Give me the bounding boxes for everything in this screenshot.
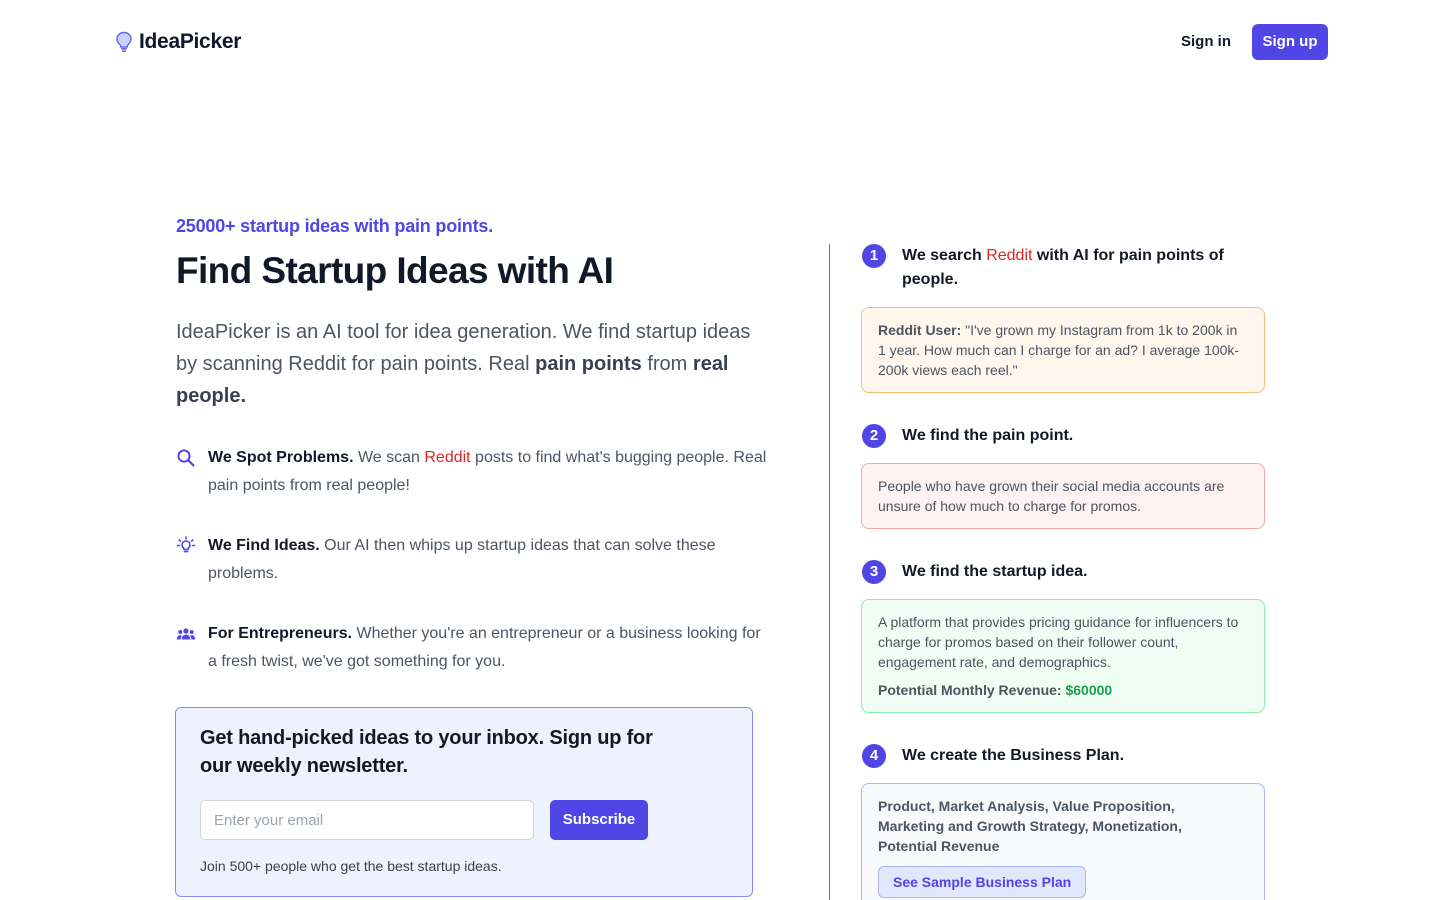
- feature-title: For Entrepreneurs.: [208, 625, 353, 642]
- subscribe-button[interactable]: Subscribe: [550, 800, 648, 840]
- reddit-quote-box: Reddit User: "I've grown my Instagram fr…: [861, 307, 1265, 393]
- feature-text: We Find Ideas. Our AI then whips up star…: [208, 532, 768, 588]
- revenue-value: $60000: [1065, 682, 1113, 698]
- feature-desc: We scan: [353, 449, 425, 466]
- lightbulb-icon: [116, 31, 132, 52]
- newsletter-card: Get hand-picked ideas to your inbox. Sig…: [175, 707, 753, 897]
- feature-title: We Find Ideas.: [208, 537, 320, 554]
- hero-description: IdeaPicker is an AI tool for idea genera…: [176, 316, 766, 412]
- column-divider: [829, 244, 830, 900]
- lead-bold-pain-points: pain points: [535, 353, 642, 375]
- step-number-badge: 2: [862, 424, 886, 448]
- sign-up-button[interactable]: Sign up: [1252, 24, 1328, 60]
- email-input[interactable]: [200, 800, 534, 840]
- step-title-text: We search: [902, 247, 987, 264]
- lightbulb-icon: [176, 536, 196, 553]
- revenue-line: Potential Monthly Revenue: $60000: [878, 680, 1248, 700]
- see-sample-plan-button[interactable]: See Sample Business Plan: [878, 866, 1087, 898]
- reddit-user-label: Reddit User:: [878, 322, 962, 338]
- feature-text: For Entrepreneurs. Whether you're an ent…: [208, 620, 768, 676]
- users-icon: [176, 628, 196, 640]
- logo-text: IdeaPicker: [139, 30, 242, 53]
- business-plan-sections: Product, Market Analysis, Value Proposit…: [878, 798, 1182, 854]
- reddit-highlight: Reddit: [424, 449, 471, 466]
- startup-idea-box: A platform that provides pricing guidanc…: [861, 599, 1265, 713]
- search-icon: [177, 449, 195, 467]
- logo[interactable]: IdeaPicker: [115, 30, 241, 54]
- step-number-badge: 3: [862, 560, 886, 584]
- revenue-label: Potential Monthly Revenue:: [878, 682, 1062, 698]
- page-title: Find Startup Ideas with AI: [176, 250, 614, 291]
- reddit-highlight: Reddit: [986, 247, 1033, 264]
- feature-title: We Spot Problems.: [208, 449, 354, 466]
- newsletter-note: Join 500+ people who get the best startu…: [200, 858, 502, 874]
- step-title: We find the pain point.: [902, 427, 1074, 444]
- feature-text: We Spot Problems. We scan Reddit posts t…: [208, 444, 768, 500]
- hero-eyebrow: 25000+ startup ideas with pain points.: [176, 216, 493, 236]
- lead-text-2: from: [641, 353, 693, 375]
- sign-in-link[interactable]: Sign in: [1170, 24, 1242, 60]
- idea-text: A platform that provides pricing guidanc…: [878, 614, 1239, 670]
- step-title: We find the startup idea.: [902, 563, 1088, 580]
- site-header: IdeaPicker Sign in Sign up: [0, 0, 1440, 84]
- newsletter-title: Get hand-picked ideas to your inbox. Sig…: [200, 727, 653, 777]
- step-title: We search Reddit with AI for pain points…: [902, 244, 1252, 292]
- step-number-badge: 4: [862, 744, 886, 768]
- business-plan-box: Product, Market Analysis, Value Proposit…: [861, 783, 1265, 900]
- step-title: We create the Business Plan.: [902, 747, 1125, 764]
- pain-point-box: People who have grown their social media…: [861, 463, 1265, 529]
- step-number-badge: 1: [862, 244, 886, 268]
